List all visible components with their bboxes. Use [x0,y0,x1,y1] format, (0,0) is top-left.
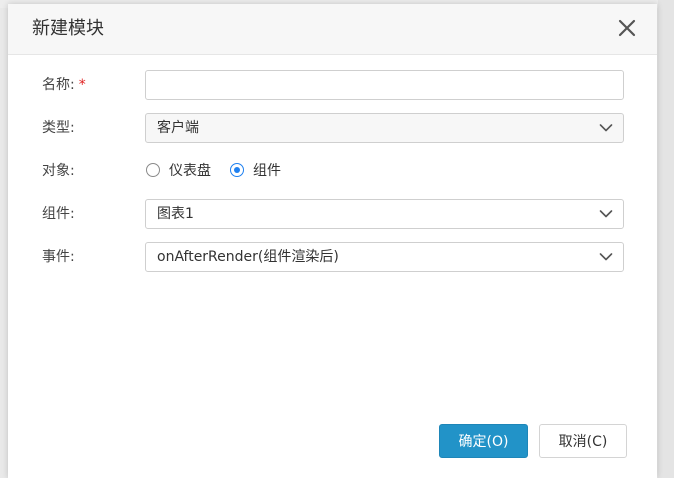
radio-circle-dashboard [146,163,160,177]
name-label: 名称: * [42,76,86,94]
type-select[interactable]: 客户端 [145,113,624,143]
dialog-title: 新建模块 [32,18,104,39]
type-label: 类型: [42,120,75,136]
chevron-down-icon [599,253,613,261]
background-edge [658,0,674,478]
type-select-value: 客户端 [157,120,199,136]
component-label: 组件: [42,206,75,222]
name-input[interactable] [145,70,624,100]
component-select-value: 图表1 [157,206,194,222]
event-select-value: onAfterRender(组件渲染后) [157,249,339,265]
radio-component-label: 组件 [253,163,281,179]
close-button[interactable] [617,18,637,38]
confirm-button[interactable]: 确定(O) [439,424,528,458]
cancel-button[interactable]: 取消(C) [539,424,627,458]
component-select[interactable]: 图表1 [145,199,624,229]
chevron-down-icon [599,124,613,132]
target-row: 对象: 仪表盘 组件 [8,156,657,186]
target-label: 对象: [42,163,75,179]
radio-dashboard[interactable]: 仪表盘 [146,156,216,186]
event-row: 事件: onAfterRender(组件渲染后) [8,242,657,272]
radio-dashboard-label: 仪表盘 [169,163,211,179]
event-label: 事件: [42,249,75,265]
type-row: 类型: 客户端 [8,113,657,143]
required-mark: * [78,77,86,93]
radio-selected-dot [234,167,240,173]
name-row: 名称: * [8,70,657,100]
name-label-text: 名称: [42,77,75,93]
radio-component[interactable]: 组件 [230,156,290,186]
event-select[interactable]: onAfterRender(组件渲染后) [145,242,624,272]
chevron-down-icon [599,210,613,218]
close-icon [618,19,636,37]
dialog-header: 新建模块 [8,4,657,55]
radio-circle-component [230,163,244,177]
component-row: 组件: 图表1 [8,199,657,229]
new-module-dialog: 新建模块 名称: * 类型: 客户端 对象: 仪表盘 组件 组件: 图表1 事件… [8,4,657,478]
